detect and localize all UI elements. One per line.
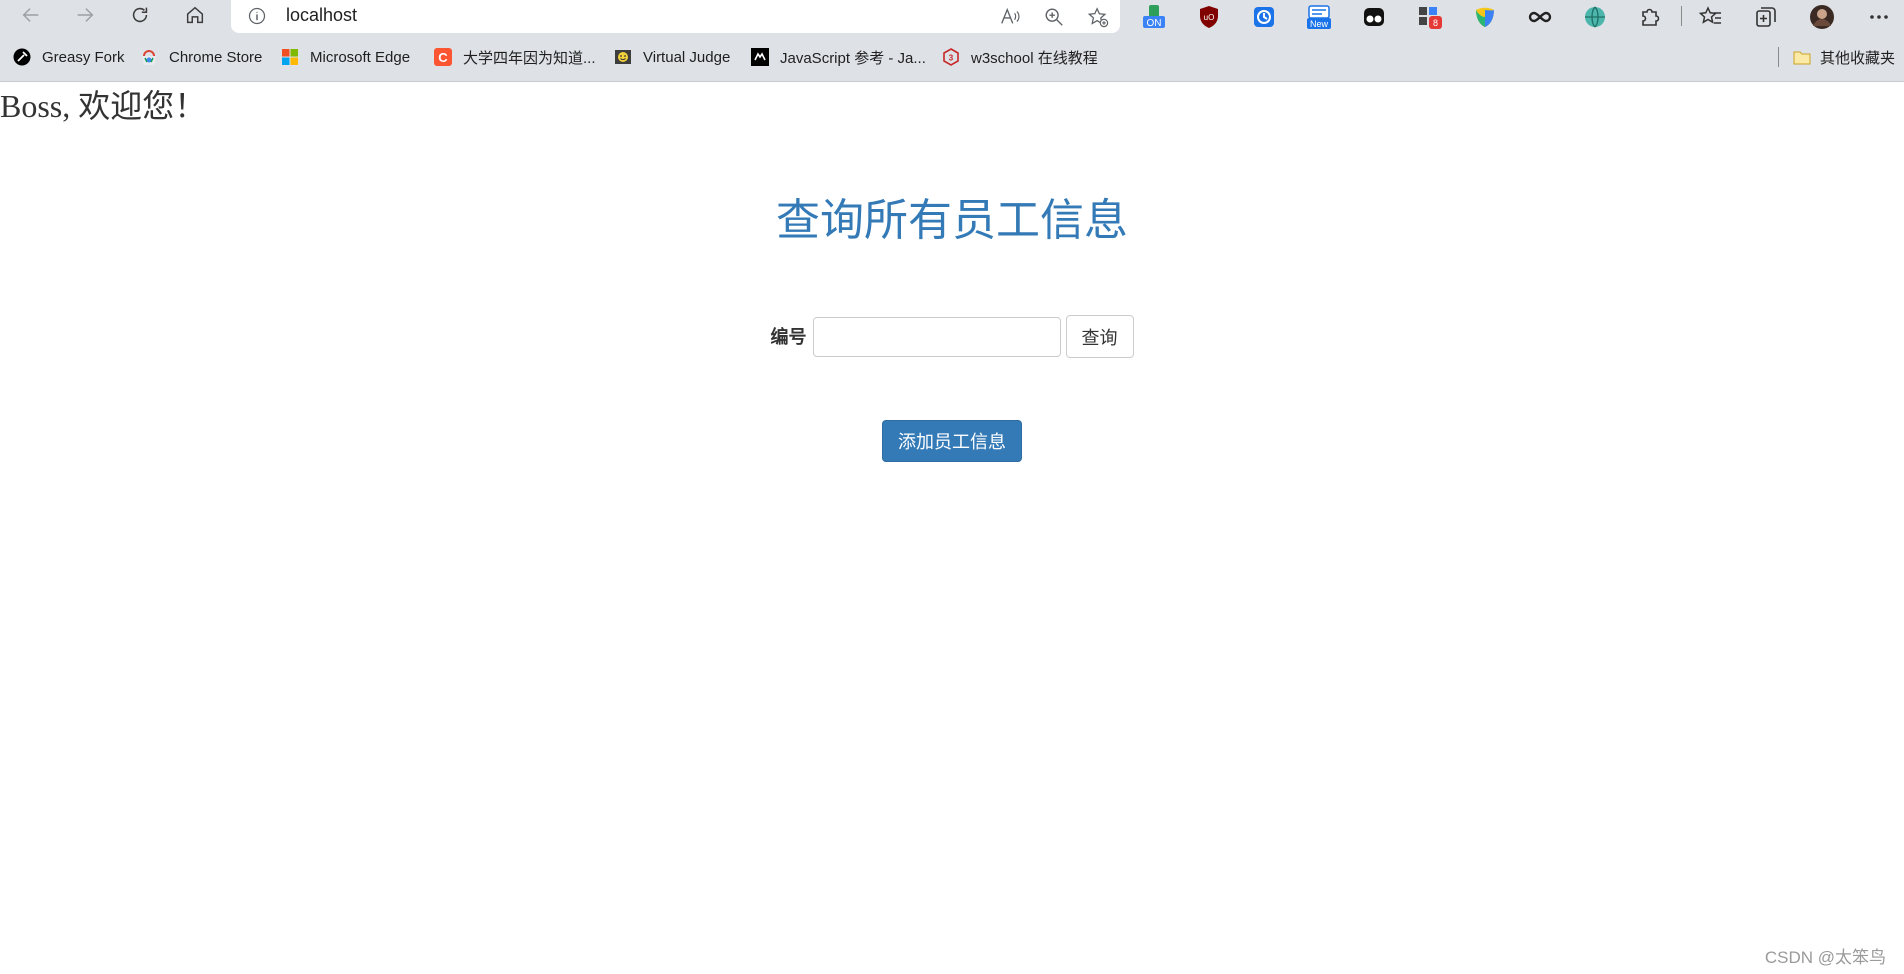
on-badge: ON — [1147, 18, 1162, 29]
refresh-button[interactable] — [122, 0, 158, 30]
read-aloud-icon — [1001, 7, 1020, 24]
home-icon — [186, 6, 204, 24]
greasyfork-icon — [13, 48, 31, 66]
bookmark-microsoft-edge[interactable]: Microsoft Edge — [281, 42, 410, 72]
search-form: 编号 查询 — [0, 315, 1904, 358]
virtual-judge-icon — [615, 50, 631, 64]
count-badge: 8 — [1433, 18, 1438, 28]
address-bar[interactable]: localhost — [231, 0, 1120, 33]
bookmark-w3school[interactable]: 3 w3school 在线教程 — [942, 42, 1098, 72]
bookmark-greasy-fork[interactable]: Greasy Fork — [13, 42, 125, 72]
csdn-icon: C — [434, 48, 452, 66]
welcome-message: Boss, 欢迎您！ — [0, 88, 207, 124]
read-aloud-button[interactable] — [988, 2, 1032, 32]
settings-more-button[interactable] — [1863, 2, 1895, 32]
zoom-button[interactable] — [1032, 2, 1076, 32]
star-add-icon — [1087, 6, 1109, 27]
toolbar-separator — [1681, 6, 1682, 26]
extensions-button[interactable] — [1634, 2, 1666, 32]
arrow-right-icon — [77, 8, 94, 22]
avatar-icon — [1810, 5, 1834, 29]
w3school-icon: 3 — [943, 48, 959, 66]
bookmark-label: w3school 在线教程 — [971, 49, 1098, 67]
apps-grid-icon: 8 — [1419, 7, 1442, 29]
svg-text:C: C — [438, 50, 448, 65]
info-icon[interactable] — [247, 6, 267, 26]
bookmark-label: 大学四年因为知道... — [463, 49, 596, 67]
page-title: 查询所有员工信息 — [776, 196, 1128, 245]
employee-id-input[interactable] — [812, 316, 1061, 357]
bookmark-label: Virtual Judge — [643, 48, 731, 66]
tampermonkey-button[interactable] — [1358, 2, 1390, 32]
add-favorite-button[interactable] — [1076, 2, 1120, 32]
globe-icon — [1585, 6, 1605, 28]
bookmarks-separator — [1778, 47, 1779, 67]
url-text[interactable]: localhost — [286, 5, 357, 26]
employee-id-label: 编号 — [770, 326, 807, 347]
bookmark-javascript-reference[interactable]: JavaScript 参考 - Ja... — [751, 42, 926, 72]
microsoft-logo-icon — [282, 49, 298, 65]
folder-icon — [1793, 51, 1811, 65]
search-button[interactable]: 查询 — [1065, 315, 1134, 358]
infinity-icon — [1528, 11, 1552, 23]
bookmark-label: Microsoft Edge — [310, 48, 411, 66]
chrome-store-icon — [142, 50, 156, 65]
new-badge: New — [1310, 19, 1329, 29]
colorful-shield-icon — [1476, 7, 1494, 27]
bookmark-label: Greasy Fork — [42, 48, 125, 66]
favorites-star-icon — [1698, 6, 1721, 24]
browser-chrome: localhost ON uO New 8 Greasy Fork Chrome… — [0, 0, 1904, 82]
collections-button[interactable] — [1750, 2, 1782, 32]
arrow-left-icon — [22, 8, 39, 22]
new-extension-button[interactable]: New — [1303, 2, 1335, 32]
other-favorites-folder[interactable]: 其他收藏夹 — [1793, 42, 1895, 72]
watermark: CSDN @太笨鸟 — [1764, 948, 1886, 967]
home-button[interactable] — [177, 0, 213, 30]
other-favorites-label: 其他收藏夹 — [1820, 49, 1896, 67]
bookmark-virtual-judge[interactable]: Virtual Judge — [614, 42, 730, 72]
bookmark-csdn-article[interactable]: C 大学四年因为知道... — [434, 42, 596, 72]
tampermonkey-icon — [1364, 8, 1384, 26]
bookmark-label: JavaScript 参考 - Ja... — [780, 49, 926, 67]
extension-on-button[interactable]: ON — [1138, 2, 1170, 32]
more-dots-icon — [1870, 15, 1888, 19]
svg-text:3: 3 — [949, 54, 954, 63]
ublock-button[interactable]: uO — [1193, 2, 1225, 32]
zoom-in-icon — [1045, 8, 1063, 26]
translate-extension-button[interactable] — [1579, 2, 1611, 32]
favorites-button[interactable] — [1695, 2, 1727, 32]
browser-toolbar: localhost ON uO New 8 — [0, 0, 1904, 34]
mdn-icon — [751, 48, 769, 66]
add-row: 添加员工信息 — [0, 420, 1904, 462]
clock-history-icon — [1254, 7, 1274, 27]
back-button[interactable] — [13, 0, 49, 30]
add-employee-button[interactable]: 添加员工信息 — [882, 420, 1022, 462]
svg-text:uO: uO — [1204, 13, 1215, 22]
refresh-icon — [132, 7, 148, 23]
extension-on-icon: ON — [1143, 5, 1165, 29]
collections-icon — [1756, 7, 1776, 27]
news-new-icon: New — [1307, 5, 1331, 29]
bookmark-label: Chrome Store — [169, 48, 263, 66]
apps-extension-button[interactable]: 8 — [1414, 2, 1446, 32]
bookmarks-bar: Greasy Fork Chrome Store Microsoft Edge … — [0, 42, 1904, 72]
history-extension-button[interactable] — [1248, 2, 1280, 32]
puzzle-icon — [1642, 8, 1660, 26]
colorful-extension-button[interactable] — [1469, 2, 1501, 32]
profile-avatar[interactable] — [1806, 2, 1838, 32]
ublock-shield-icon: uO — [1200, 6, 1218, 28]
forward-button[interactable] — [67, 0, 103, 30]
infinity-extension-button[interactable] — [1524, 2, 1556, 32]
bookmark-chrome-store[interactable]: Chrome Store — [140, 42, 262, 72]
